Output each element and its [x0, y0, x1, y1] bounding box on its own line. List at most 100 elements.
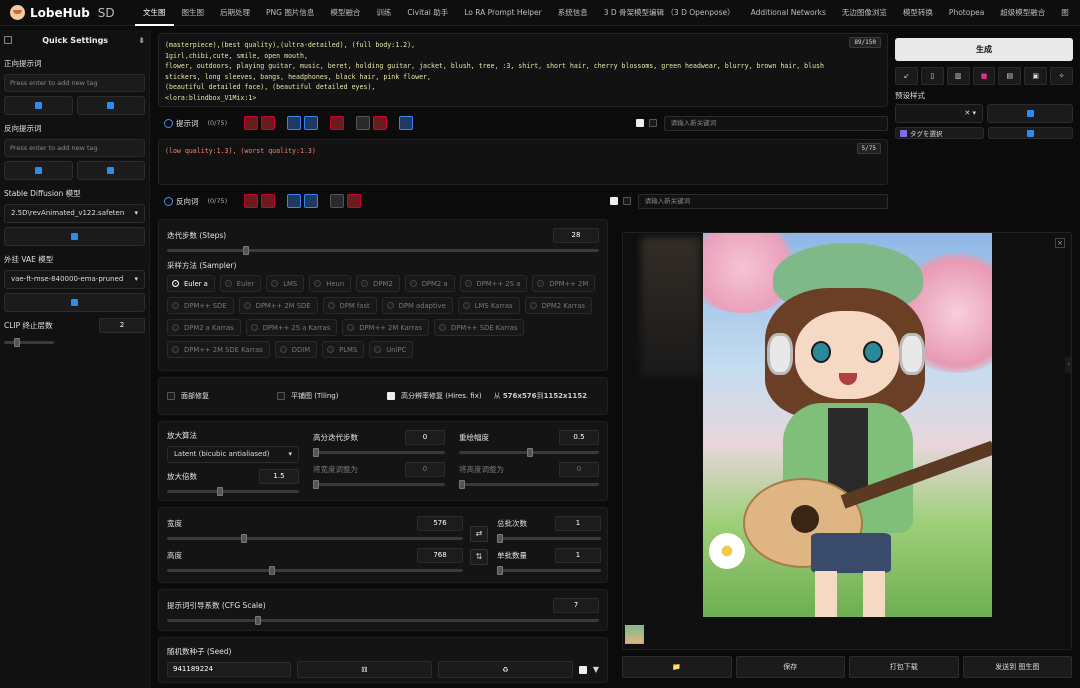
negative-refresh-button[interactable] [4, 161, 73, 180]
prompt-toggle-icon[interactable] [164, 118, 173, 128]
history-icon[interactable] [330, 116, 345, 130]
keyword-checkbox[interactable] [635, 119, 644, 127]
import-icon[interactable] [304, 194, 319, 208]
denoise-slider[interactable] [459, 448, 599, 457]
export-icon[interactable] [287, 116, 302, 130]
hires-fix-checkbox[interactable] [387, 392, 395, 400]
tab-more[interactable]: 图 [1053, 0, 1077, 26]
resize-height-slider[interactable] [459, 480, 599, 489]
sampler-option[interactable]: PLMS [322, 341, 365, 358]
scale-input[interactable]: 1.5 [259, 469, 299, 484]
sampler-option[interactable]: DPM++ 2S a [459, 275, 528, 292]
clear-prompt-button[interactable]: ▥ [946, 67, 970, 85]
prompt-keyword-input[interactable]: 请输入新关键词 [663, 115, 889, 131]
export-icon[interactable] [287, 194, 302, 208]
translate-icon[interactable] [244, 194, 259, 208]
tag-refresh-button[interactable] [988, 127, 1073, 139]
random-seed-button[interactable]: ⚅ [297, 661, 432, 678]
keyword-checkbox-2[interactable] [648, 119, 657, 127]
cfg-slider[interactable] [167, 616, 599, 625]
tab-system-info[interactable]: 系统信息 [550, 0, 596, 26]
sampler-option[interactable]: DPM2 [356, 275, 400, 292]
clip-skip-input[interactable]: 2 [99, 318, 145, 333]
sampler-option[interactable]: LMS Karras [457, 297, 520, 314]
tab-png-info[interactable]: PNG 图片信息 [258, 0, 322, 26]
extra-networks-button[interactable]: ■ [972, 67, 996, 85]
batch-count-slider[interactable] [497, 534, 601, 543]
tab-additional-networks[interactable]: Additional Networks [743, 0, 834, 26]
negative-keyword-input[interactable]: 请输入新关键词 [637, 193, 889, 209]
sampler-option[interactable]: DPM++ 2M SDE [238, 297, 318, 314]
sampler-option[interactable]: DPM++ 2S a Karras [245, 319, 338, 336]
sampler-option[interactable]: DPM2 a Karras [167, 319, 241, 336]
tag-select-button[interactable]: タグを選択 [895, 127, 984, 139]
trash-icon[interactable] [347, 194, 362, 208]
batch-count-input[interactable]: 1 [555, 516, 601, 531]
pin-icon[interactable]: ⇟ [138, 36, 145, 45]
tab-photopea[interactable]: Photopea [941, 0, 992, 26]
steps-slider[interactable] [167, 246, 599, 255]
sampler-option[interactable]: DPM++ 2M SDE Karras [167, 341, 270, 358]
resize-width-input[interactable]: 0 [405, 462, 445, 477]
sampler-option[interactable]: DPM adaptive [381, 297, 453, 314]
negative-toggle-icon[interactable] [164, 196, 173, 206]
hires-steps-slider[interactable] [313, 448, 445, 457]
denoise-input[interactable]: 0.5 [559, 430, 599, 445]
height-slider[interactable] [167, 566, 463, 575]
sampler-option[interactable]: UniPC [369, 341, 414, 358]
tab-openpose[interactable]: 3 D 骨架模型编辑 （3 D Openpose） [596, 0, 743, 26]
positive-send-button[interactable] [76, 96, 145, 115]
reuse-seed-button[interactable]: ♻ [437, 661, 573, 678]
batch-size-slider[interactable] [497, 566, 601, 575]
gallery-thumbnail[interactable] [625, 625, 644, 644]
positive-tag-input[interactable]: Press enter to add new tag [4, 74, 145, 92]
generate-button[interactable]: 生成 [895, 38, 1073, 61]
height-input[interactable]: 768 [417, 548, 463, 563]
negative-send-button[interactable] [76, 161, 145, 180]
sd-model-refresh-button[interactable] [4, 227, 145, 246]
sidebar-collapse-icon[interactable] [4, 36, 12, 44]
batch-size-input[interactable]: 1 [555, 548, 601, 563]
copy-icon[interactable] [356, 116, 371, 130]
sampler-option[interactable]: DPM2 Karras [524, 297, 592, 314]
tab-super-merge[interactable]: 超级模型融合 [992, 0, 1053, 26]
steps-input[interactable]: 28 [553, 228, 599, 243]
swap-dimensions-button[interactable]: ⇄ [470, 526, 488, 542]
apply-style-button[interactable]: ▤ [998, 67, 1022, 85]
scale-slider[interactable] [167, 487, 299, 496]
clear-icon[interactable]: ✕ [964, 109, 970, 117]
random-icon[interactable] [261, 194, 276, 208]
import-icon[interactable] [304, 116, 319, 130]
random-icon[interactable] [261, 116, 276, 130]
trash-icon[interactable] [373, 116, 388, 130]
negative-prompt-textarea[interactable]: 5/75 (low quality:1.3), (worst quality:1… [158, 139, 888, 185]
style-refresh-button[interactable] [987, 104, 1073, 123]
style-select[interactable]: ✕ ▾ [895, 104, 983, 123]
sampler-option[interactable]: LMS [266, 275, 305, 292]
tab-extras[interactable]: 后期处理 [212, 0, 258, 26]
sampler-option[interactable]: DPM fast [322, 297, 377, 314]
resize-height-input[interactable]: 0 [559, 462, 599, 477]
save-button[interactable]: 保存 [735, 656, 845, 678]
expand-triangle-icon[interactable]: ▼ [593, 665, 599, 674]
width-input[interactable]: 576 [417, 516, 463, 531]
neg-keyword-checkbox[interactable] [609, 197, 618, 205]
sampler-option[interactable]: DPM++ 2M [532, 275, 596, 292]
tab-model-merge[interactable]: 模型融合 [322, 0, 368, 26]
send-to-img2img-button[interactable]: 发送到 图生图 [962, 656, 1072, 678]
neg-keyword-checkbox-2[interactable] [622, 197, 631, 205]
zip-download-button[interactable]: 打包下载 [849, 656, 959, 678]
extra-seed-checkbox[interactable] [578, 665, 587, 674]
tab-train[interactable]: 训练 [368, 0, 399, 26]
clip-skip-slider[interactable] [4, 338, 54, 347]
sampler-option[interactable]: DPM++ SDE [167, 297, 234, 314]
aspect-ratio-button[interactable]: ⇅ [470, 549, 488, 565]
gallery-close-icon[interactable]: × [1055, 238, 1065, 248]
sampler-option[interactable]: DPM++ 2M Karras [342, 319, 430, 336]
sd-model-select[interactable]: 2.5D\revAnimated_v122.safeten ▾ [4, 204, 145, 223]
vae-select[interactable]: vae-ft-mse-840000-ema-pruned ▾ [4, 270, 145, 289]
open-folder-button[interactable]: 📁 [622, 656, 732, 678]
vae-refresh-button[interactable] [4, 293, 145, 312]
tab-image-browser[interactable]: 无边图像浏览 [834, 0, 895, 26]
upscaler-select[interactable]: Latent (bicubic antialiased) ▾ [167, 446, 299, 463]
